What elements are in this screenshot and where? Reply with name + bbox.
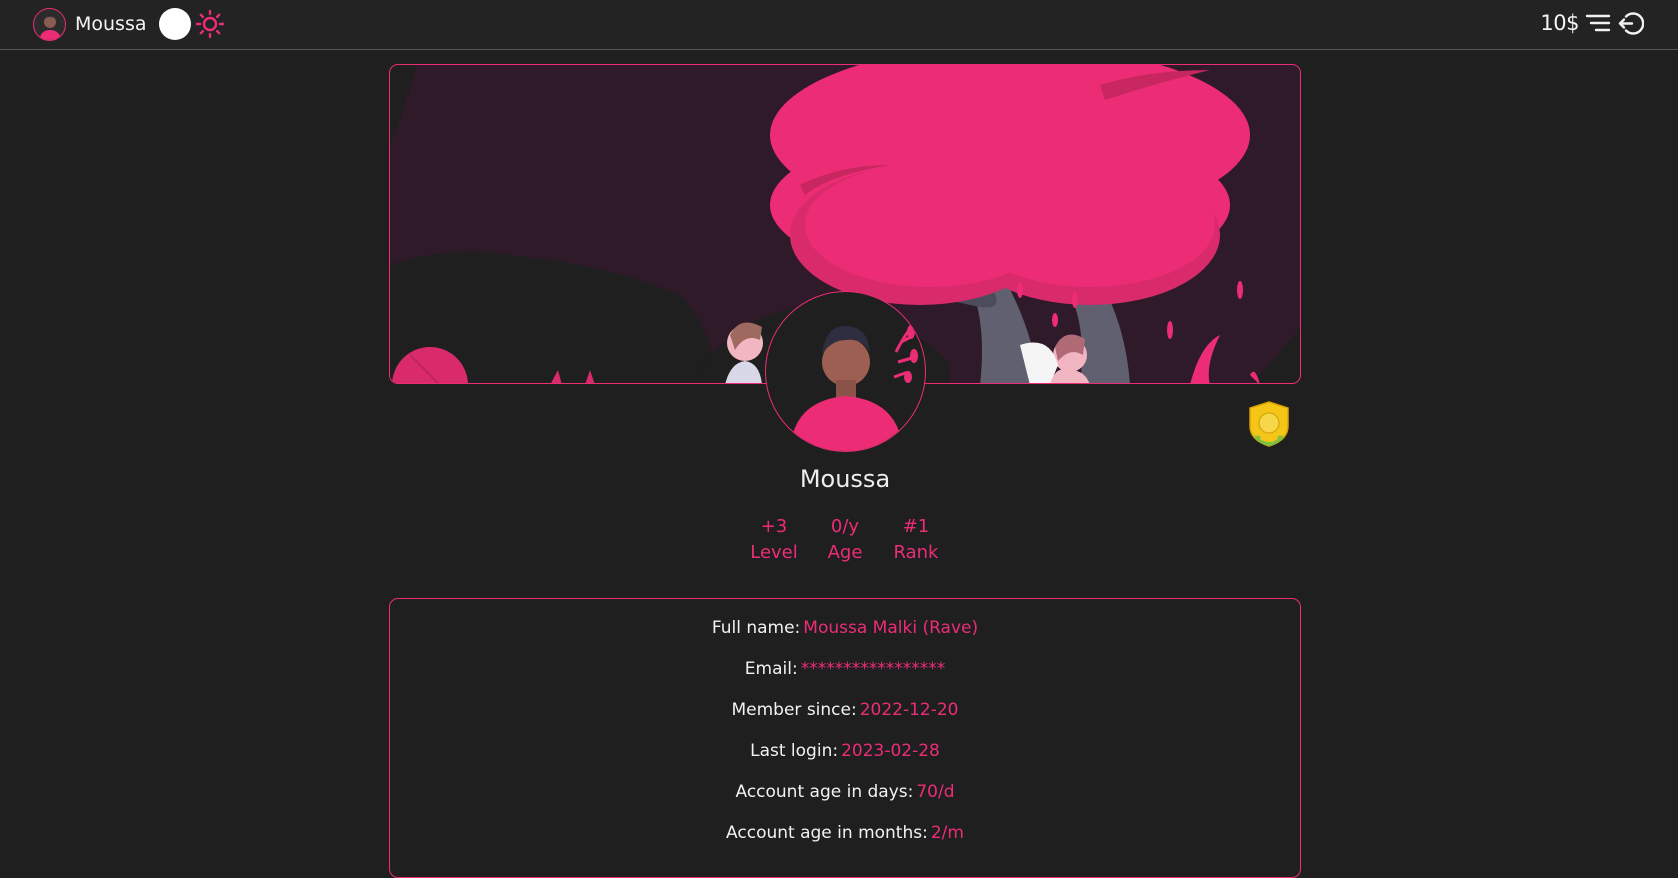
detail-email: Email: ***************** [390,659,1300,679]
top-bar: Moussa 10$ [0,0,1678,50]
sun-icon[interactable] [195,9,225,39]
detail-value: Moussa Malki (Rave) [803,618,979,638]
detail-value: 2/m [930,823,964,843]
detail-account-age-days: Account age in days: 70/d [390,782,1300,802]
stat-value: 0/y [830,516,860,537]
user-avatar[interactable] [33,7,66,41]
profile-avatar-illustration [791,320,918,451]
profile-avatar[interactable] [765,291,926,452]
detail-label: Full name: [711,618,801,638]
rank-badge-icon[interactable] [1248,400,1290,448]
profile-name: Moussa [799,465,891,493]
username[interactable]: Moussa [75,13,147,35]
stat-label: Level [750,542,798,563]
detail-value: 2022-12-20 [859,700,959,720]
detail-value: ***************** [800,659,946,679]
theme-toggle[interactable] [158,8,191,40]
stat-label: Age [827,542,863,563]
stat-value: #1 [902,516,930,537]
stat-value: +3 [760,516,788,537]
detail-member-since: Member since: 2022-12-20 [390,700,1300,720]
stat-label: Rank [893,542,939,563]
menu-icon[interactable] [1585,12,1611,34]
stat-age: 0/y Age [810,514,880,566]
detail-value: 2023-02-28 [841,741,940,761]
avatar-icon [39,15,62,40]
balance: 10$ [1540,11,1579,35]
profile-details-card: Full name: Moussa Malki (Rave) Email: ****… [389,598,1301,878]
logout-icon[interactable] [1617,10,1644,37]
user-area: Moussa [33,7,225,41]
detail-label: Last login: [750,741,839,761]
detail-label: Member since: [731,700,857,720]
detail-full-name: Full name: Moussa Malki (Rave) [390,618,1300,638]
detail-value: 70/d [916,782,955,802]
detail-label: Account age in days: [735,782,914,802]
header-actions: 10$ [1540,8,1644,38]
detail-account-age-months: Account age in months: 2/m [390,823,1300,843]
detail-label: Account age in months: [726,823,928,843]
stat-level: +3 Level [739,514,809,566]
detail-label: Email: [744,659,798,679]
detail-last-login: Last login: 2023-02-28 [390,741,1300,761]
stat-rank: #1 Rank [881,514,951,566]
